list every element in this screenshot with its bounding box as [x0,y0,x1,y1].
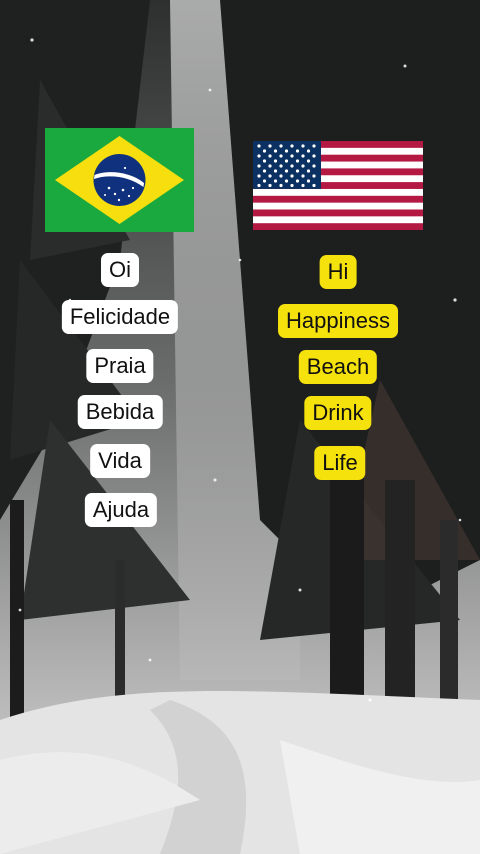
usa-flag-icon [253,141,423,230]
pt-word-praia: Praia [86,349,154,383]
pt-word-ajuda: Ajuda [84,493,158,527]
en-word-life: Life [314,446,366,480]
brazil-flag-icon [45,128,194,232]
pt-word-bebida: Bebida [77,395,163,429]
en-word-drink: Drink [304,396,372,430]
en-word-happiness: Happiness [278,304,398,338]
pt-word-vida: Vida [90,444,150,478]
pt-word-oi: Oi [101,253,139,287]
en-word-hi: Hi [319,255,357,289]
pt-word-felicidade: Felicidade [61,300,179,334]
en-word-beach: Beach [298,350,378,384]
